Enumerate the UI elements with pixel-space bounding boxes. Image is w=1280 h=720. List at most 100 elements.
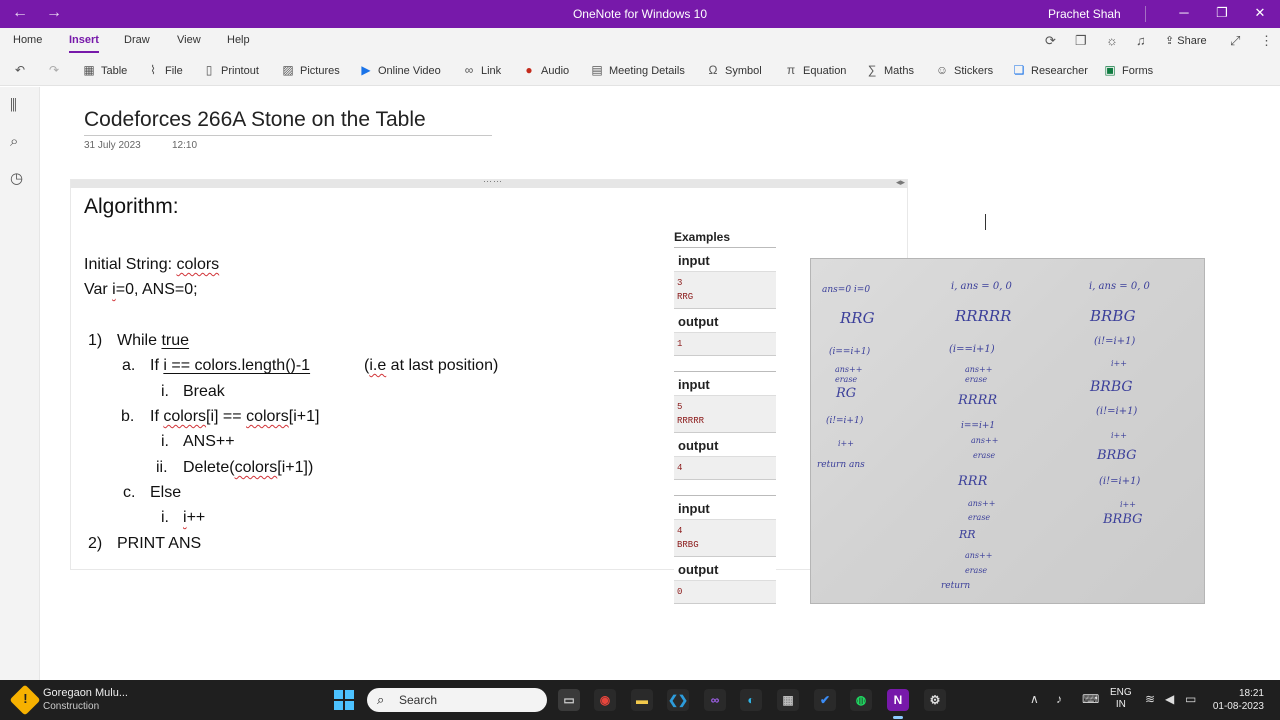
hw-text: i, ans = 0, 0 bbox=[951, 281, 1012, 292]
task-view-icon[interactable]: ▭ bbox=[558, 689, 580, 711]
container-handle[interactable]: ⋯⋯ ◂▸ bbox=[71, 176, 907, 188]
onenote-icon[interactable]: N bbox=[887, 689, 909, 719]
expand-arrows-icon[interactable]: ◂▸ bbox=[896, 177, 905, 188]
expand-icon[interactable]: ⤢ bbox=[1230, 33, 1240, 49]
microphone-icon[interactable]: ♪ bbox=[1056, 692, 1062, 706]
text: at last position) bbox=[386, 357, 499, 374]
maths-button[interactable]: ∑ Maths bbox=[864, 63, 914, 77]
handwritten-notes-image[interactable]: ans=0 i=0 RRG (i==i+1) ans++ erase RG (i… bbox=[810, 258, 1205, 604]
symbol-button[interactable]: Ω Symbol bbox=[705, 63, 762, 77]
hw-text: (i==i+1) bbox=[949, 344, 995, 355]
link-button[interactable]: ∞ Link bbox=[461, 63, 501, 77]
smiley-icon: ☺ bbox=[935, 63, 949, 77]
start-button[interactable] bbox=[334, 690, 354, 710]
language-indicator[interactable]: ENG IN bbox=[1110, 687, 1132, 711]
stickers-button[interactable]: ☺ Stickers bbox=[934, 63, 993, 77]
note-page[interactable]: Codeforces 266A Stone on the Table 31 Ju… bbox=[40, 87, 1280, 680]
tool-label: Audio bbox=[541, 65, 570, 77]
text: 3 bbox=[677, 278, 683, 288]
meeting-details-button[interactable]: ▤ Meeting Details bbox=[589, 63, 685, 77]
audio-button[interactable]: ● Audio bbox=[521, 63, 569, 77]
tool-label: Maths bbox=[884, 65, 914, 77]
redo-button[interactable]: ↷ bbox=[46, 63, 66, 77]
visual-studio-icon[interactable]: ∞ bbox=[704, 689, 726, 711]
text-cursor bbox=[985, 214, 986, 230]
tool-label: Equation bbox=[803, 65, 847, 77]
tool-label: Stickers bbox=[954, 65, 994, 77]
hw-text: (i!=i+1) bbox=[1094, 336, 1136, 347]
todo-icon[interactable]: ✔ bbox=[814, 689, 836, 711]
hw-text: erase bbox=[835, 375, 858, 384]
online-video-button[interactable]: ▶ Online Video bbox=[358, 63, 441, 77]
hw-text: ans++ bbox=[971, 436, 999, 445]
battery-icon[interactable]: ▭ bbox=[1185, 692, 1196, 706]
weather-alert-icon[interactable] bbox=[9, 684, 41, 716]
forms-button[interactable]: ▣ Forms bbox=[1102, 63, 1153, 77]
researcher-button[interactable]: ❏ Researcher bbox=[1011, 63, 1088, 77]
weather-subtitle[interactable]: Construction bbox=[43, 701, 99, 712]
note-container[interactable]: ⋯⋯ ◂▸ Algorithm: Initial String: colors … bbox=[70, 176, 908, 604]
picture-icon: ▨ bbox=[282, 63, 294, 77]
hw-text: BRBG bbox=[1103, 512, 1143, 527]
initial-string-line: Initial String: colors bbox=[84, 256, 219, 274]
examples-block[interactable]: Examples input 3 RRG output 1 input 5 RRRR… bbox=[674, 230, 776, 604]
tab-view[interactable]: View bbox=[177, 34, 201, 46]
close-button[interactable]: ✕ bbox=[1250, 5, 1270, 21]
share-button[interactable]: ⇪ Share bbox=[1165, 34, 1207, 47]
weather-title[interactable]: Goregaon Mulu... bbox=[43, 687, 128, 699]
text: [i+1]) bbox=[277, 459, 314, 476]
text: colors bbox=[234, 459, 278, 476]
file-explorer-icon[interactable]: ▬ bbox=[631, 689, 653, 711]
tab-home[interactable]: Home bbox=[13, 34, 42, 46]
undo-button[interactable]: ↶ bbox=[12, 63, 32, 77]
spotify-icon[interactable]: ◍ bbox=[850, 689, 872, 711]
vscode-icon[interactable]: ❮❯ bbox=[667, 689, 689, 711]
calculator-icon[interactable]: ▦ bbox=[777, 689, 799, 711]
notebooks-icon[interactable]: ⫼ bbox=[10, 97, 17, 114]
minimize-button[interactable]: ─ bbox=[1174, 5, 1194, 20]
pictures-button[interactable]: ▨ Pictures bbox=[280, 63, 339, 77]
tool-label: Online Video bbox=[378, 65, 441, 77]
edge-icon[interactable]: ◐ bbox=[740, 689, 762, 711]
maximize-button[interactable]: ❐ bbox=[1212, 5, 1232, 21]
taskbar-search[interactable]: ⌕ Search bbox=[367, 688, 547, 712]
search-icon[interactable]: ⌕ bbox=[10, 133, 18, 150]
more-icon[interactable]: ⋮ bbox=[1260, 33, 1273, 49]
volume-icon[interactable]: ◀ bbox=[1165, 692, 1174, 706]
tab-draw[interactable]: Draw bbox=[124, 34, 150, 46]
link-icon: ∞ bbox=[464, 63, 474, 77]
hw-text: i==i+1 bbox=[961, 421, 996, 431]
equation-button[interactable]: π Equation bbox=[783, 63, 847, 77]
text: colors bbox=[176, 256, 220, 273]
table-button[interactable]: ▦ Table bbox=[81, 63, 127, 77]
input-value: 5 RRRRR bbox=[674, 396, 776, 433]
show-hidden-icons-icon[interactable]: ∧ bbox=[1030, 692, 1039, 706]
recent-clock-icon[interactable]: ◷ bbox=[10, 169, 23, 187]
wifi-icon[interactable]: ≋ bbox=[1145, 692, 1155, 706]
redo-icon: ↷ bbox=[48, 63, 60, 77]
user-name[interactable]: Prachet Shah bbox=[1048, 7, 1121, 21]
output-label: output bbox=[674, 309, 776, 333]
keyboard-icon[interactable]: ⌨ bbox=[1082, 692, 1099, 706]
sync-icon[interactable]: ⟳ bbox=[1045, 33, 1056, 49]
drag-grip-icon[interactable]: ⋯⋯ bbox=[483, 176, 503, 187]
lightbulb-icon[interactable]: ☼ bbox=[1106, 33, 1118, 48]
page-title[interactable]: Codeforces 266A Stone on the Table bbox=[84, 108, 426, 132]
text: 4 bbox=[677, 526, 683, 536]
text: ++ bbox=[186, 509, 206, 526]
github-desktop-icon[interactable]: ⚙ bbox=[924, 689, 946, 711]
tab-help[interactable]: Help bbox=[227, 34, 250, 46]
chrome-icon[interactable]: ◉ bbox=[594, 689, 616, 711]
hw-text: (i!=i+1) bbox=[1096, 406, 1138, 417]
tab-insert[interactable]: Insert bbox=[69, 34, 99, 53]
insert-toolbar: ↶ ↷ ▦ Table ⌇ File ▯ Printout ▨ Pictures ▶ On… bbox=[0, 58, 1280, 86]
bell-icon[interactable]: ♫ bbox=[1136, 33, 1146, 48]
printout-button[interactable]: ▯ Printout bbox=[201, 63, 259, 77]
notebook-icon[interactable]: ❐ bbox=[1075, 33, 1087, 49]
windows-taskbar: Goregaon Mulu... Construction ⌕ Search ▭… bbox=[0, 680, 1280, 720]
text: colors bbox=[246, 408, 289, 425]
file-button[interactable]: ⌇ File bbox=[145, 63, 183, 77]
output-value: 4 bbox=[674, 457, 776, 480]
hw-text: RG bbox=[836, 386, 857, 401]
system-clock[interactable]: 18:21 01-08-2023 bbox=[1208, 687, 1264, 713]
